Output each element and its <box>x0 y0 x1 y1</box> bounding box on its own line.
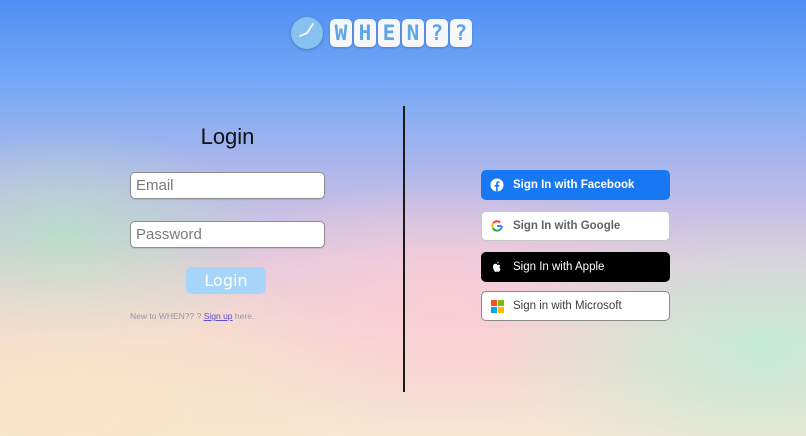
apple-signin-button[interactable]: Sign In with Apple <box>481 252 670 282</box>
logo-tile: E <box>378 19 400 47</box>
apple-signin-label: Sign In with Apple <box>513 261 605 273</box>
logo-tile: ? <box>450 19 472 47</box>
signup-prefix: New to WHEN?? ? <box>130 311 204 321</box>
google-icon <box>490 219 504 233</box>
logo-tile: W <box>330 19 352 47</box>
google-signin-button[interactable]: Sign In with Google <box>481 211 670 241</box>
signup-suffix: here. <box>232 311 255 321</box>
password-field[interactable] <box>130 221 325 248</box>
apple-icon <box>490 260 504 274</box>
facebook-signin-button[interactable]: Sign In with Facebook <box>481 170 670 200</box>
google-signin-label: Sign In with Google <box>513 220 621 232</box>
microsoft-signin-label: Sign in with Microsoft <box>513 300 622 312</box>
signup-link[interactable]: Sign up <box>204 311 233 321</box>
microsoft-icon <box>490 299 504 313</box>
facebook-signin-label: Sign In with Facebook <box>513 179 635 191</box>
signup-prompt: New to WHEN?? ? Sign up here. <box>130 311 254 321</box>
login-button[interactable]: Login <box>186 267 266 294</box>
login-title: Login <box>200 124 255 149</box>
logo-wordmark: W H E N ? ? <box>330 19 472 47</box>
facebook-icon <box>490 178 504 192</box>
clock-icon <box>291 17 323 49</box>
logo-tile: ? <box>426 19 448 47</box>
divider <box>403 106 405 392</box>
logo-tile: H <box>354 19 376 47</box>
email-field[interactable] <box>130 172 325 199</box>
header: W H E N ? ? <box>0 0 806 60</box>
logo-tile: N <box>402 19 424 47</box>
microsoft-signin-button[interactable]: Sign in with Microsoft <box>481 291 670 321</box>
